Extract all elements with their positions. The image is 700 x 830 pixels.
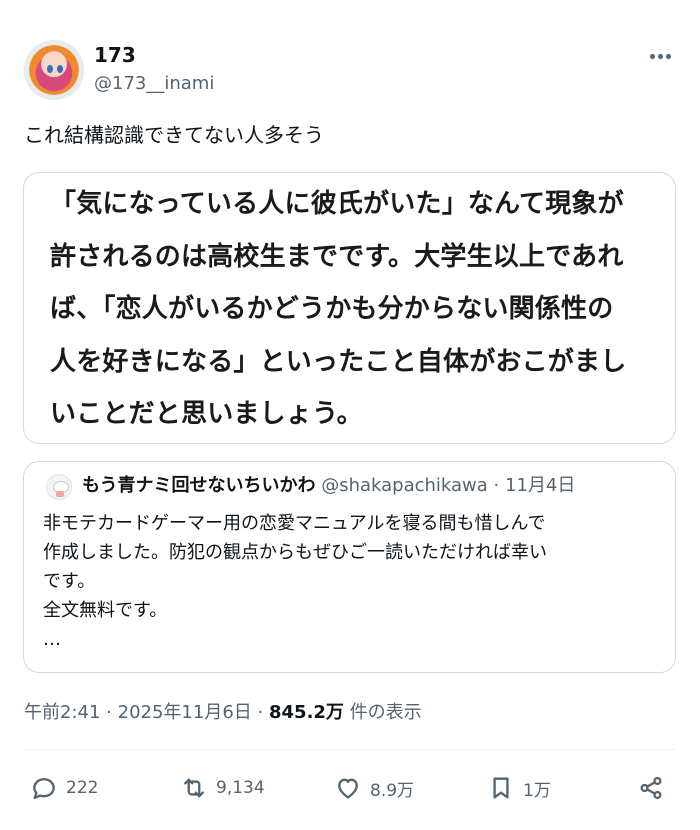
quote-author-name: もう青ナミ回せないちいかわ [82,475,316,496]
bookmark-icon [493,777,509,799]
action-bar: 222 9,134 8.9万 1万 [0,768,700,808]
meta-separator: · [106,702,112,723]
quote-separator: · [493,475,500,496]
bookmark-count: 1万 [523,780,551,801]
tweet-text: これ結構認識できてない人多そう [24,123,324,147]
quote-body-line: … [43,629,61,650]
author-avatar[interactable] [24,40,84,100]
share-icon [640,776,662,800]
avatar-eye [47,65,53,73]
attached-image[interactable]: 「気になっている人に彼氏がいた」なんて現象が 許されるのは高校生までです。大学生… [23,172,676,444]
tweet-header: 173 @173__inami [24,40,676,104]
quote-date: 11月4日 [505,475,576,496]
tweet-date[interactable]: 2025年11月6日 [118,702,252,723]
image-text-block: 「気になっている人に彼氏がいた」なんて現象が 許されるのは高校生までです。大学生… [50,178,650,441]
like-count: 8.9万 [370,780,415,801]
quoted-tweet[interactable]: もう青ナミ回せないちいかわ @shakapachikawa · 11月4日 非モ… [23,461,676,673]
view-count: 845.2万 [269,702,344,723]
view-count-label: 件の表示 [349,702,422,723]
heart-icon [338,778,358,799]
retweet-count: 9,134 [216,778,265,798]
tweet-time[interactable]: 午前2:41 [24,702,100,723]
author-handle[interactable]: @173__inami [94,72,214,96]
image-text-line: 許されるのは高校生までです。大学生以上であれ [50,241,624,272]
image-text-line: ば、「恋人がいるかどうかも分からない関係性の [50,294,614,324]
quote-body-line: 全文無料です。 [43,600,168,621]
quote-body: 非モテカードゲーマー用の恋愛マニュアルを寝る間も惜しんで 作成しました。防犯の観… [43,509,663,654]
reply-button[interactable]: 222 [30,768,98,808]
author-display-name[interactable]: 173 [94,43,136,67]
retweet-icon [184,778,204,798]
quote-header: もう青ナミ回せないちいかわ @shakapachikawa · 11月4日 [82,473,575,499]
image-text-line: 人を好きになる」といったこと自体がおこがまし [50,346,627,377]
meta-separator: · [257,702,264,723]
reply-count: 222 [66,778,99,798]
quote-author-handle: @shakapachikawa [321,475,488,496]
like-button[interactable]: 8.9万 [334,768,414,808]
image-text-line: いことだと思いましょう。 [50,399,363,429]
tweet-meta: 午前2:41 · 2025年11月6日 · 845.2万 件の表示 [24,700,422,726]
quote-body-line: 作成しました。防犯の観点からもぜひご一読いただければ幸い [43,542,547,563]
divider [24,749,676,750]
bookmark-button[interactable]: 1万 [487,768,551,808]
quote-body-line: です。 [43,571,96,592]
reply-icon [33,778,55,800]
quote-author-avatar [46,474,72,500]
share-button[interactable] [637,768,665,808]
image-text-line: 「気になっている人に彼氏がいた」なんて現象が [50,189,624,219]
retweet-button[interactable]: 9,134 [180,768,265,808]
more-options-icon[interactable] [646,44,674,68]
avatar-eye [57,65,63,73]
quote-body-line: 非モテカードゲーマー用の恋愛マニュアルを寝る間も惜しんで [43,513,546,534]
